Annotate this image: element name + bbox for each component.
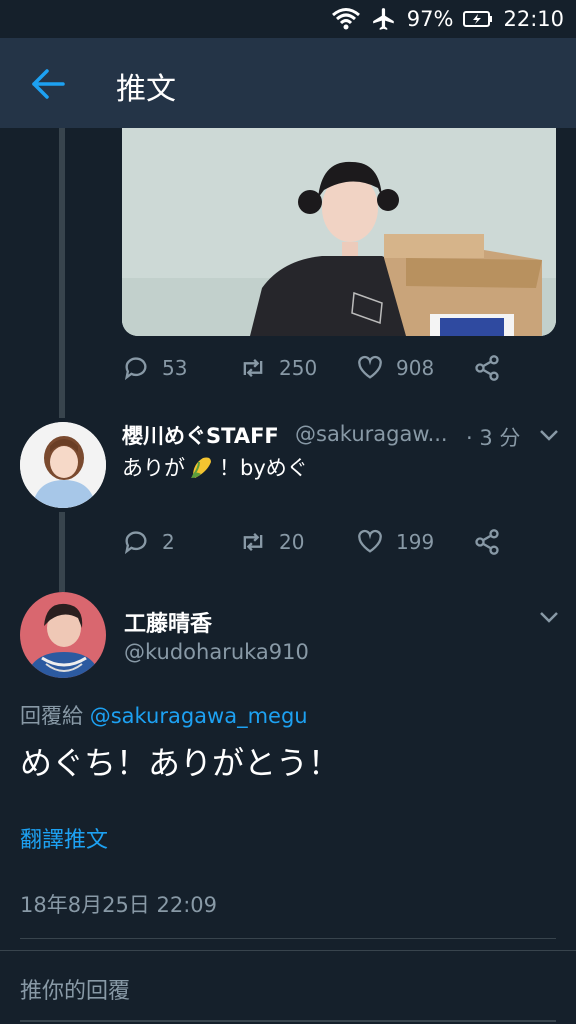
corn-emoji-icon [191, 457, 211, 478]
reply-button[interactable]: 53 [122, 354, 239, 382]
retweet-count: 20 [279, 530, 305, 554]
page-title: 推文 [116, 72, 176, 107]
clock: 22:10 [503, 7, 564, 31]
replying-prefix: 回覆給 [20, 704, 83, 728]
heart-icon [358, 355, 382, 379]
share-button[interactable] [473, 354, 576, 382]
input-underline [20, 1020, 556, 1022]
retweet-button[interactable]: 20 [239, 528, 356, 556]
reply-tweet-actions: 2 20 199 [122, 528, 576, 556]
battery-charging-icon [463, 11, 493, 27]
battery-percent: 97% [406, 7, 454, 31]
thread-line [59, 512, 65, 592]
like-count: 908 [396, 356, 435, 380]
status-bar: 97% 22:10 [0, 0, 576, 38]
tweet-timestamp: 18年8月25日 22:09 [20, 893, 217, 917]
avatar[interactable] [20, 592, 106, 678]
airplane-icon [372, 8, 394, 30]
share-button[interactable] [473, 528, 576, 556]
tweet-photo[interactable] [122, 128, 556, 336]
reply-input[interactable]: 推你的回覆 [20, 973, 130, 1005]
heart-icon [358, 529, 382, 553]
like-button[interactable]: 908 [356, 354, 473, 382]
app-bar: 推文 [0, 38, 576, 128]
reply-text-before: ありが [122, 456, 185, 480]
reply-button[interactable]: 2 [122, 528, 239, 556]
avatar[interactable] [20, 422, 106, 508]
retweet-icon [243, 359, 263, 377]
reply-author-handle[interactable]: @sakuragaw... [295, 422, 448, 446]
compose-bar: 推你的回覆 [0, 950, 576, 1024]
parent-tweet-actions: 53 250 908 [122, 354, 576, 382]
thread-line [59, 128, 65, 418]
divider [20, 938, 556, 939]
share-icon [475, 529, 499, 555]
retweet-icon [243, 533, 263, 551]
replying-to: 回覆給 @sakuragawa_megu [20, 700, 308, 730]
reply-text: ありが ！byめぐ [122, 452, 308, 482]
share-icon [475, 355, 499, 381]
retweet-count: 250 [279, 356, 318, 380]
reply-icon [124, 531, 147, 555]
translate-tweet-link[interactable]: 翻譯推文 [20, 822, 108, 854]
chevron-down-icon[interactable] [538, 610, 560, 624]
main-author-name[interactable]: 工藤晴香 [124, 606, 212, 638]
main-author-handle[interactable]: @kudoharuka910 [124, 640, 309, 664]
reply-author-name[interactable]: 櫻川めぐSTAFF [122, 420, 279, 450]
like-button[interactable]: 199 [356, 528, 473, 556]
tweet-text: めぐち！ありがとう！ [20, 744, 341, 782]
reply-icon [124, 357, 147, 381]
reply-count: 53 [162, 356, 188, 380]
reply-time: · 3 分 [466, 426, 521, 450]
arrow-left-icon[interactable] [30, 68, 66, 100]
chevron-down-icon[interactable] [538, 428, 560, 442]
reply-text-after: ！byめぐ [219, 456, 308, 480]
replying-to-link[interactable]: @sakuragawa_megu [90, 704, 308, 728]
reply-count: 2 [162, 530, 175, 554]
wifi-icon [331, 8, 360, 30]
like-count: 199 [396, 530, 435, 554]
retweet-button[interactable]: 250 [239, 354, 356, 382]
